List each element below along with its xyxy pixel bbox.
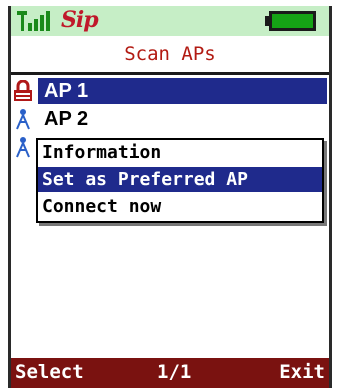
antenna-icon — [16, 137, 30, 158]
phone-screen: Sip Scan APs AP 1 AP 2 Information Set a… — [8, 6, 332, 388]
page-indicator: 1/1 — [157, 361, 192, 383]
menu-item-set-preferred[interactable]: Set as Preferred AP — [38, 167, 322, 192]
context-menu: Information Set as Preferred AP Connect … — [36, 138, 324, 223]
menu-item-information[interactable]: Information — [38, 140, 322, 165]
antenna-icon — [16, 109, 30, 130]
select-softkey[interactable]: Select — [15, 361, 84, 383]
exit-softkey[interactable]: Exit — [279, 361, 325, 383]
lock-icon — [14, 80, 32, 101]
screen-title: Scan APs — [11, 36, 329, 75]
sip-logo: Sip — [61, 7, 99, 33]
signal-strength-icon — [17, 11, 50, 31]
ap-label: AP 2 — [44, 108, 89, 130]
ap-list-item-ap2[interactable]: AP 2 — [11, 105, 329, 133]
status-bar: Sip — [11, 6, 329, 36]
ap-list-item-ap1[interactable]: AP 1 — [11, 77, 329, 105]
ap-label: AP 1 — [38, 78, 327, 104]
softkey-bar: Select 1/1 Exit — [11, 358, 329, 388]
menu-item-connect-now[interactable]: Connect now — [38, 194, 322, 219]
battery-icon — [265, 11, 316, 31]
